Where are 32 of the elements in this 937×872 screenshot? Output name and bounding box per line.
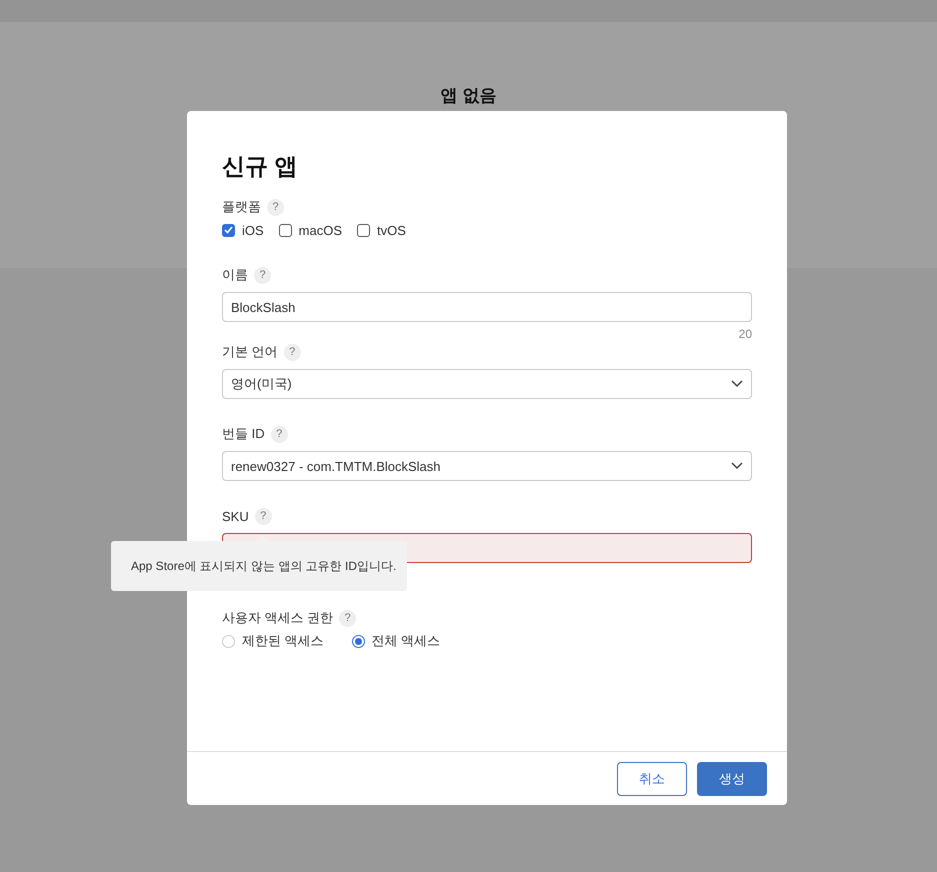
field-label: SKU (222, 508, 249, 524)
radio-button[interactable] (352, 634, 365, 648)
field-label: 기본 언어 (222, 343, 278, 361)
character-counter: 20 (738, 327, 752, 341)
help-button[interactable]: ? (270, 426, 288, 442)
help-button[interactable]: ? (254, 508, 272, 524)
field-label: 이름 (222, 266, 248, 284)
help-button[interactable]: ? (267, 198, 284, 216)
chevron-down-icon (731, 380, 743, 388)
checkbox[interactable] (278, 224, 292, 236)
tooltip: App Store에 표시되지 않는 앱의 고유한 ID입니다. (111, 541, 407, 591)
page-heading: 앱 없음 (440, 86, 496, 106)
dialog-title: 신규 앱 (222, 152, 298, 180)
cancel-button[interactable]: 취소 (617, 762, 687, 796)
radio-label: 제한된 액세스 (242, 632, 324, 650)
field-label: 플랫폼 (222, 198, 261, 216)
checkbox[interactable] (222, 224, 235, 236)
help-button[interactable]: ? (254, 266, 271, 284)
bundle-id-dropdown[interactable]: renew0327 - com.TMTM.BlockSlash (222, 451, 752, 481)
field-label: 번들 ID (222, 425, 265, 443)
radio-label: 전체 액세스 (372, 632, 440, 650)
checkbox-label: tvOS (377, 222, 406, 238)
name-field[interactable]: BlockSlash (222, 292, 752, 322)
chevron-down-icon (731, 462, 743, 470)
help-button[interactable]: ? (339, 610, 356, 626)
help-button[interactable]: ? (284, 344, 301, 360)
checkbox-label: iOS (242, 222, 264, 238)
field-label: 사용자 액세스 권한 (222, 609, 334, 627)
checkbox-label: macOS (298, 222, 342, 238)
language-dropdown[interactable]: 영어(미국) (222, 369, 752, 399)
checkbox[interactable] (357, 224, 370, 236)
create-button[interactable]: 생성 (697, 762, 767, 796)
